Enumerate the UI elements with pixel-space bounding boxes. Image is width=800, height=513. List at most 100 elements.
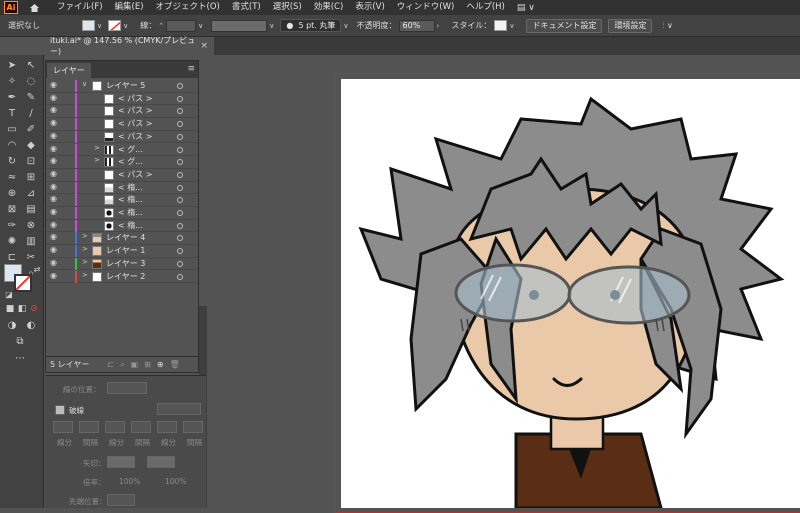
visibility-eye-icon[interactable]: ◉ (50, 118, 57, 127)
new-layer-icon[interactable]: ⊕ (157, 360, 164, 369)
layer-row[interactable]: ◉ > レイヤー 4 (46, 232, 198, 246)
magic-wand-icon[interactable]: ✧ (5, 74, 19, 88)
menu-window[interactable]: ウィンドウ(W) (391, 0, 461, 15)
gap-field-2[interactable] (131, 421, 151, 433)
draw-mode-icon[interactable]: ◑ (5, 318, 19, 332)
layer-row[interactable]: ◉ > < グ... (46, 156, 198, 169)
dash-field-2[interactable] (105, 421, 125, 433)
arrow-align-buttons[interactable] (107, 494, 135, 506)
layer-name[interactable]: < グ... (118, 156, 143, 168)
shaper-tool-icon[interactable]: ◠ (5, 138, 19, 152)
direct-selection-tool-icon[interactable]: ↖ (24, 58, 38, 72)
gap-field-3[interactable] (183, 421, 203, 433)
target-circle-icon[interactable] (177, 108, 183, 115)
layer-name[interactable]: レイヤー 1 (106, 245, 145, 257)
collect-export-icon[interactable]: ⊏ (107, 360, 114, 369)
layer-name[interactable]: < パス > (118, 105, 153, 117)
draw-inside-icon[interactable]: ◐ (24, 318, 38, 332)
visibility-eye-icon[interactable]: ◉ (50, 169, 57, 178)
eyedropper-icon[interactable]: ✑ (5, 218, 19, 232)
more-tools-icon[interactable]: ⋯ (13, 351, 27, 365)
dash-align-buttons[interactable] (157, 403, 201, 415)
layer-row[interactable]: ◉ ∨ レイヤー 5 (46, 80, 198, 93)
perspective-grid-icon[interactable]: ⊿ (24, 186, 38, 200)
clipping-mask-icon[interactable]: ▣ (131, 360, 139, 369)
visibility-eye-icon[interactable]: ◉ (50, 131, 57, 140)
target-circle-icon[interactable] (177, 171, 183, 178)
gap-field-1[interactable] (79, 421, 99, 433)
arrowhead-end-select[interactable] (147, 456, 175, 468)
brush-definition[interactable]: ● 5 pt. 丸筆 (280, 19, 342, 32)
layer-name[interactable]: < パス > (118, 131, 153, 143)
default-colors-icon[interactable]: ◪ (2, 287, 16, 301)
target-circle-icon[interactable] (177, 159, 183, 166)
layer-row[interactable]: ◉ < 楕... (46, 207, 198, 220)
menu-type[interactable]: 書式(T) (226, 0, 267, 15)
rotate-tool-icon[interactable]: ↻ (5, 154, 19, 168)
layer-row[interactable]: ◉ < パス > (46, 168, 198, 182)
preferences-button[interactable]: 環境設定 (608, 18, 653, 33)
pen-tool-icon[interactable]: ✒ (5, 90, 19, 104)
document-tab[interactable]: ituki.ai* @ 147.56 % (CMYK/プレビュー) × (44, 36, 214, 56)
visibility-eye-icon[interactable]: ◉ (50, 271, 57, 280)
scale-end-value[interactable]: 100% (165, 477, 186, 486)
visibility-eye-icon[interactable]: ◉ (50, 93, 57, 102)
artboard[interactable] (341, 79, 800, 510)
chevron-right-icon[interactable]: › (437, 22, 440, 30)
dashed-checkbox[interactable] (55, 405, 65, 415)
chevron-down-icon[interactable]: ∨ (343, 22, 348, 30)
layer-row[interactable]: ◉ < パス > (46, 130, 198, 144)
target-circle-icon[interactable] (177, 95, 183, 102)
visibility-eye-icon[interactable]: ◉ (50, 182, 57, 191)
panel-menu-icon[interactable]: ≡ (187, 64, 195, 74)
target-circle-icon[interactable] (177, 222, 183, 229)
layer-row[interactable]: ◉ < 楕... (46, 181, 198, 195)
expand-arrow-icon[interactable]: > (94, 156, 100, 164)
close-icon[interactable]: × (200, 41, 208, 51)
target-circle-icon[interactable] (177, 83, 183, 89)
workspace-icon[interactable]: ▤ ∨ (517, 3, 535, 13)
layer-name[interactable]: < 楕... (118, 207, 143, 219)
menu-view[interactable]: 表示(V) (349, 0, 390, 15)
layer-row[interactable]: ◉ > レイヤー 3 (46, 257, 198, 271)
arrowhead-start-select[interactable] (107, 456, 135, 468)
stroke-color-box[interactable] (14, 274, 32, 292)
arrange-icon[interactable]: ⫶ ∨ (662, 21, 672, 31)
layer-row[interactable]: ◉ < パス > (46, 105, 198, 119)
layer-row[interactable]: ◉ < パス > (46, 118, 198, 131)
free-transform-icon[interactable]: ⊞ (24, 170, 38, 184)
chevron-down-icon[interactable]: ∨ (123, 22, 128, 30)
chevron-down-icon[interactable]: ∨ (97, 22, 102, 30)
gradient-tool-icon[interactable]: ▤ (24, 202, 38, 216)
stepper-icon[interactable]: ⌃ (158, 22, 164, 30)
menu-select[interactable]: 選択(S) (267, 0, 308, 15)
visibility-eye-icon[interactable]: ◉ (50, 194, 57, 203)
selection-tool-icon[interactable]: ➤ (5, 58, 19, 72)
delete-layer-icon[interactable]: 🗑 (170, 360, 180, 369)
target-circle-icon[interactable] (177, 248, 183, 255)
curvature-tool-icon[interactable]: ✎ (24, 90, 38, 104)
expand-arrow-icon[interactable]: > (82, 232, 88, 240)
visibility-eye-icon[interactable]: ◉ (50, 207, 57, 216)
shape-builder-icon[interactable]: ⊕ (5, 186, 19, 200)
target-circle-icon[interactable] (177, 210, 183, 216)
layer-name[interactable]: レイヤー 2 (106, 271, 145, 283)
expand-arrow-icon[interactable]: > (94, 144, 100, 152)
eraser-tool-icon[interactable]: ◆ (24, 138, 38, 152)
visibility-eye-icon[interactable]: ◉ (50, 144, 57, 153)
target-circle-icon[interactable] (177, 273, 183, 280)
artboard-tool-icon[interactable]: ⊏ (5, 250, 19, 264)
visibility-eye-icon[interactable]: ◉ (50, 232, 57, 241)
expand-arrow-icon[interactable]: > (82, 245, 88, 253)
visibility-eye-icon[interactable]: ◉ (50, 80, 57, 89)
menu-file[interactable]: ファイル(F) (51, 0, 109, 15)
align-stroke-buttons[interactable] (107, 382, 147, 394)
layer-name[interactable]: < 楕... (118, 182, 143, 194)
expand-arrow-icon[interactable]: > (82, 258, 88, 266)
layer-row[interactable]: ◉ < パス > (46, 92, 198, 106)
dash-field-3[interactable] (157, 421, 177, 433)
visibility-eye-icon[interactable]: ◉ (50, 105, 57, 114)
target-circle-icon[interactable] (177, 133, 183, 140)
paintbrush-tool-icon[interactable]: ✐ (24, 122, 38, 136)
new-sublayer-icon[interactable]: ⊞ (144, 360, 151, 369)
